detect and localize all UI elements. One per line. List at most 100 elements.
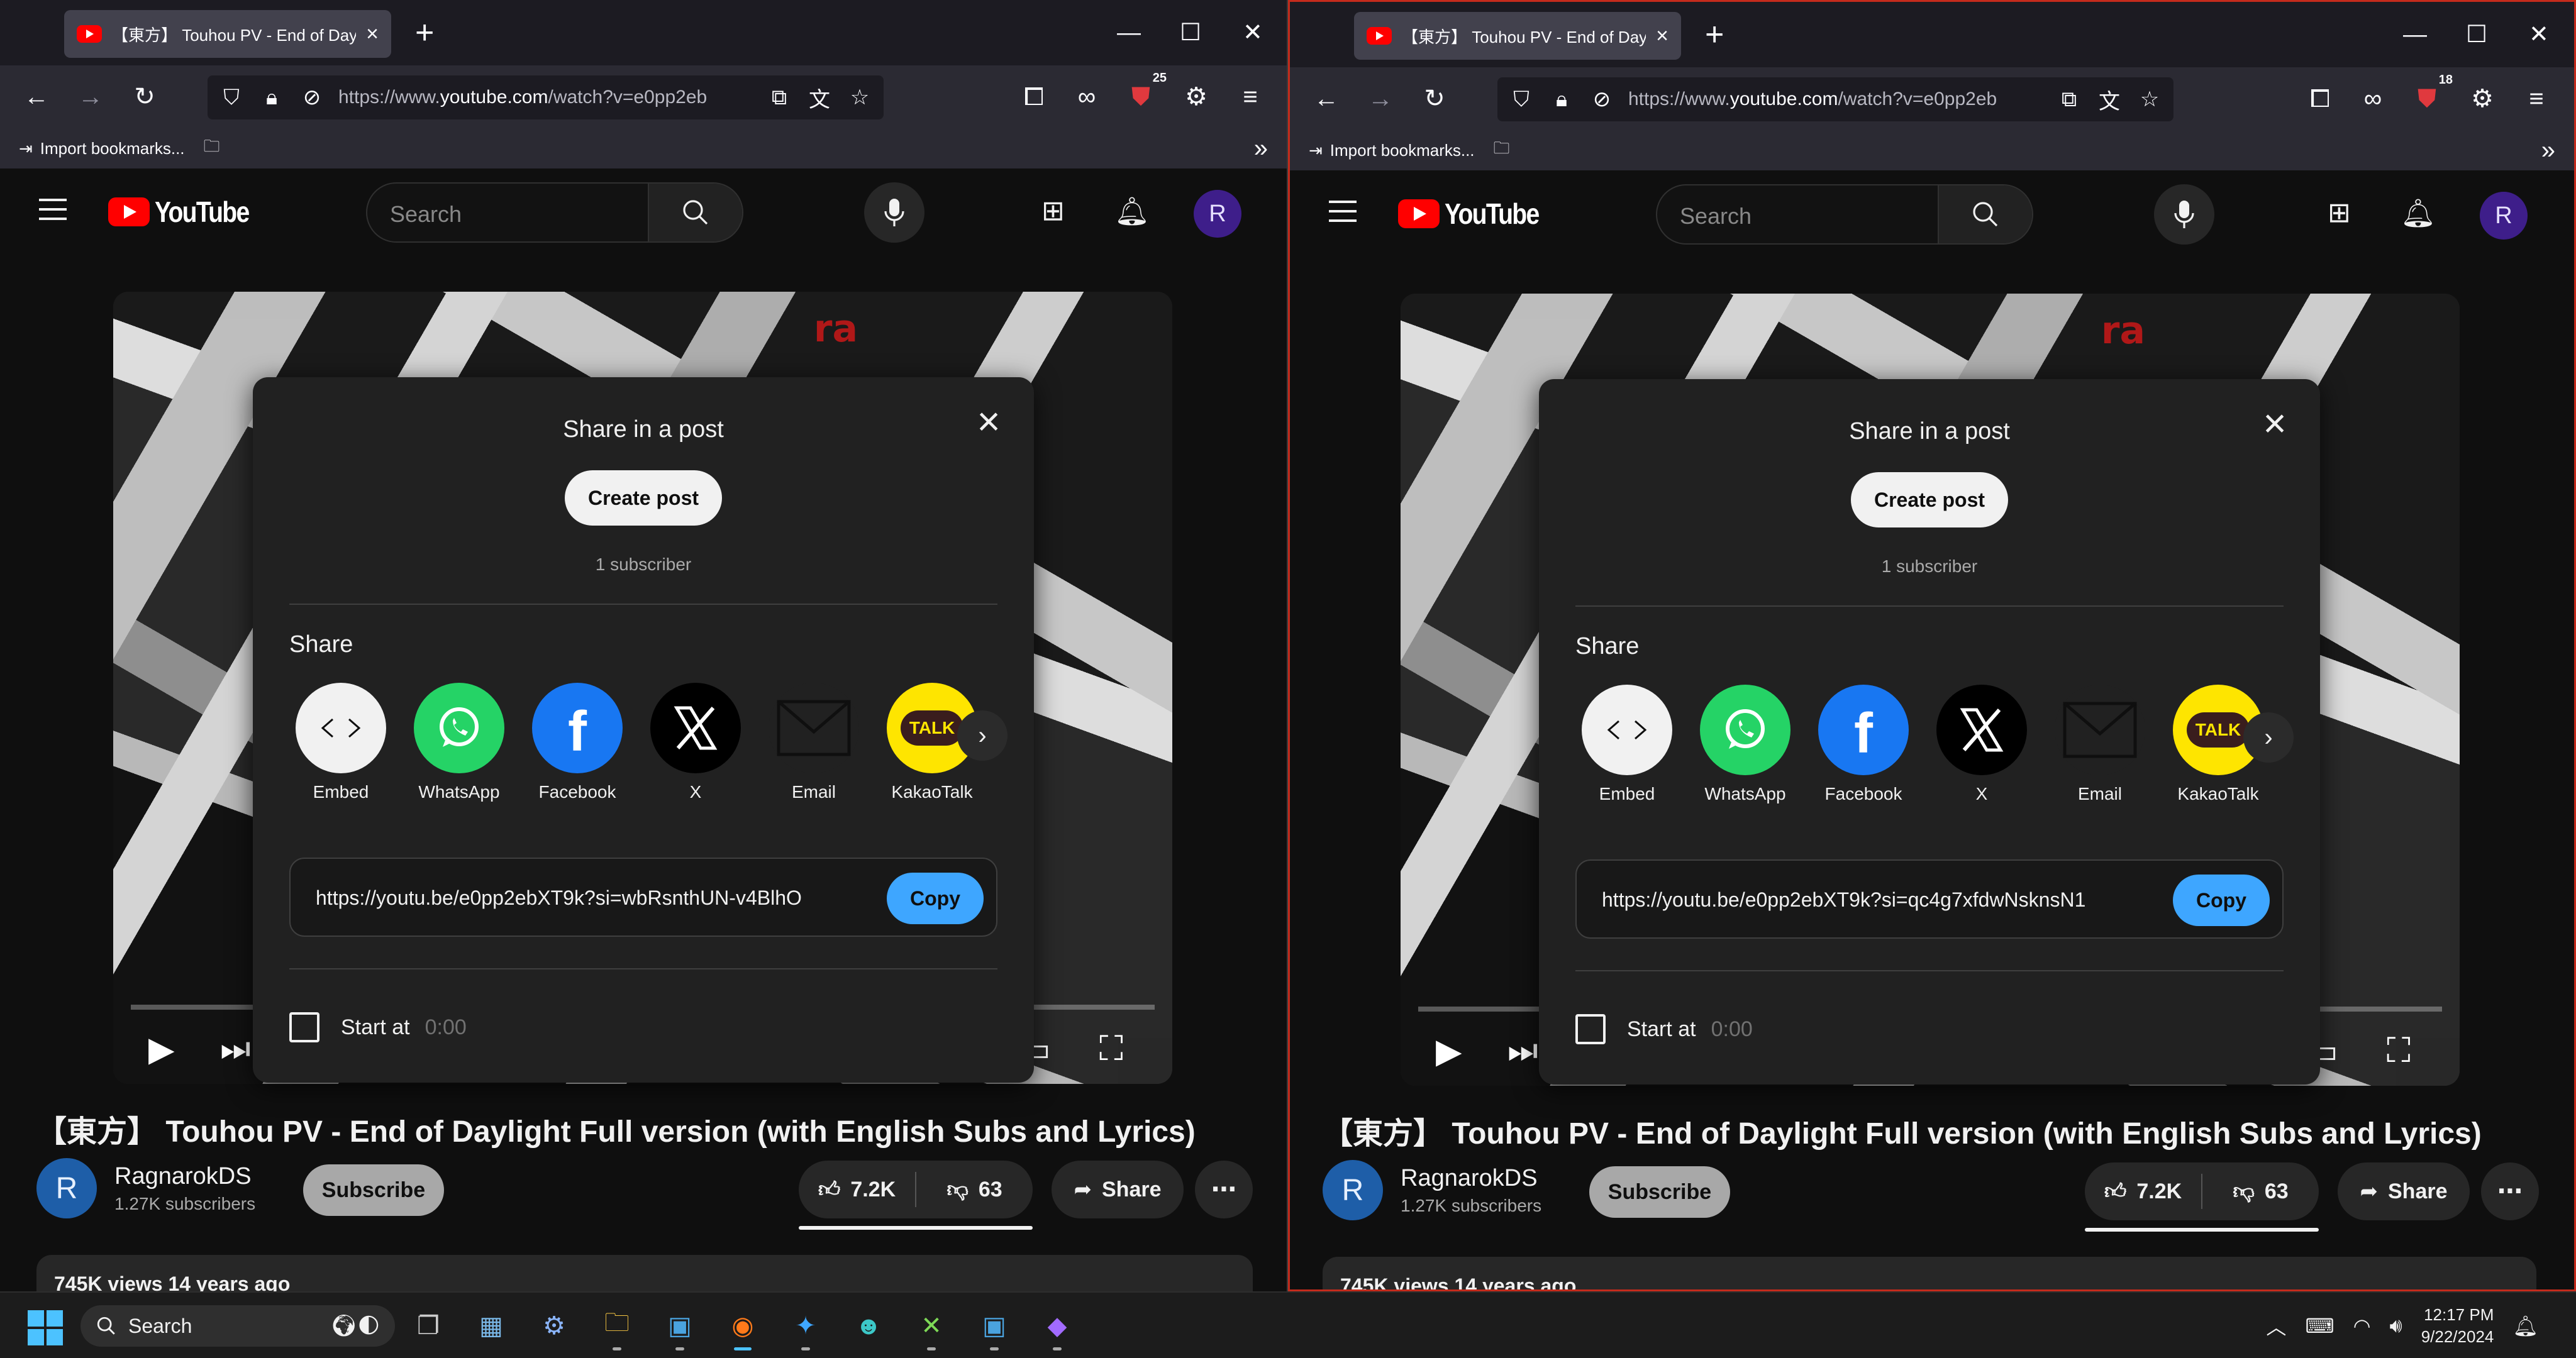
close-icon[interactable]: × <box>2257 403 2292 443</box>
search-box[interactable]: Search <box>366 182 743 243</box>
minimize-icon[interactable]: — <box>1117 14 1141 52</box>
extensions-icon[interactable]: ⧠ <box>2300 79 2340 119</box>
purple-app-icon[interactable]: ◆ <box>1038 1305 1077 1350</box>
more-actions-icon[interactable]: ⋯ <box>2481 1162 2539 1220</box>
play-icon[interactable]: ▶ <box>148 1029 175 1069</box>
browser-tab[interactable]: 【東方】 Touhou PV - End of Daylig × <box>1354 12 1681 60</box>
browser-tab[interactable]: 【東方】 Touhou PV - End of Daylig × <box>64 10 391 58</box>
import-bookmarks-link[interactable]: ⇥ Import bookmarks... <box>1309 141 1475 160</box>
avatar[interactable]: R <box>2480 192 2528 240</box>
taskbar-search[interactable]: Search 🌍︎🌓︎ <box>80 1305 395 1347</box>
settings-gear-icon[interactable]: ⚙ <box>1176 77 1216 117</box>
private-mask-icon[interactable]: ∞ <box>2353 79 2393 119</box>
search-button[interactable] <box>1938 185 2032 243</box>
url-text[interactable]: https://www.youtube.com/watch?v=e0pp2eb <box>1628 89 2043 110</box>
play-icon[interactable]: ▶ <box>1436 1031 1462 1071</box>
share-whatsapp-button[interactable]: WhatsApp <box>1700 685 1790 804</box>
notification-bell-icon[interactable]: 🔔︎ <box>2512 1314 2538 1338</box>
next-video-icon[interactable]: ⏭ <box>220 1029 251 1069</box>
like-button[interactable]: 👍︎ 7.2K <box>799 1161 915 1218</box>
ublock-icon[interactable]: ⛊ 25 <box>1121 70 1170 117</box>
xbox-like-app-icon[interactable]: ✕ <box>912 1305 951 1350</box>
share-link-text[interactable]: https://youtu.be/e0pp2ebXT9k?si=wbRsnthU… <box>316 886 802 910</box>
menu-icon[interactable]: ≡ <box>1230 77 1270 117</box>
extensions-icon[interactable]: ⧠ <box>1014 77 1054 117</box>
description-box[interactable]: 745K views 14 years ago <box>36 1255 1253 1291</box>
chevron-up-icon[interactable]: ︿ <box>2266 1311 2286 1340</box>
subscribe-button[interactable]: Subscribe <box>1589 1166 1730 1218</box>
lock-icon[interactable]: 🔒︎ <box>258 86 286 110</box>
folder-icon[interactable]: 🗀 <box>1494 136 1510 164</box>
pinned-app-icon[interactable]: ▣ <box>975 1305 1014 1350</box>
search-box[interactable]: Search <box>1656 184 2033 245</box>
create-video-icon[interactable]: ⊞ <box>2328 197 2351 229</box>
picture-in-picture-icon[interactable]: ⧉ <box>765 86 793 110</box>
like-button[interactable]: 👍︎ 7.2K <box>2085 1162 2201 1220</box>
firefox-icon[interactable]: ◉ <box>723 1305 762 1350</box>
tab-close-icon[interactable]: × <box>1656 24 1668 48</box>
keyboard-icon[interactable]: ⌨ <box>2305 1314 2334 1338</box>
share-link-text[interactable]: https://youtu.be/e0pp2ebXT9k?si=qc4g7xfd… <box>1602 888 2085 912</box>
task-view-icon[interactable]: ❐ <box>409 1305 448 1347</box>
bookmarks-overflow-icon[interactable]: » <box>1254 135 1268 163</box>
share-facebook-button[interactable]: f Facebook <box>1818 685 1909 804</box>
pinned-app-icon[interactable]: ✦ <box>786 1305 825 1350</box>
permissions-icon[interactable]: ⊘ <box>1588 87 1616 112</box>
dislike-button[interactable]: 👎︎ 63 <box>916 1161 1033 1218</box>
share-facebook-button[interactable]: f Facebook <box>532 683 623 802</box>
back-icon[interactable]: ← <box>16 77 57 117</box>
character-app-icon[interactable]: ☻ <box>849 1305 888 1347</box>
create-video-icon[interactable]: ⊞ <box>1041 195 1065 227</box>
share-button[interactable]: ➦ Share <box>2338 1162 2470 1220</box>
hamburger-menu-icon[interactable] <box>1329 201 1357 222</box>
volume-icon[interactable]: 🔊︎ <box>2390 1314 2402 1338</box>
wifi-icon[interactable]: ◠ <box>2353 1314 2371 1338</box>
channel-name[interactable]: RagnarokDS <box>1401 1165 1541 1192</box>
chevron-right-icon[interactable]: › <box>957 710 1008 761</box>
back-icon[interactable]: ← <box>1306 79 1346 119</box>
bookmarks-overflow-icon[interactable]: » <box>2541 136 2555 165</box>
youtube-logo[interactable]: YouTube <box>1398 197 1555 231</box>
new-tab-button[interactable]: + <box>415 14 434 52</box>
url-bar[interactable]: ⛉ 🔒︎ ⊘ https://www.youtube.com/watch?v=e… <box>208 75 884 119</box>
settings-app-icon[interactable]: ⚙ <box>535 1305 574 1347</box>
import-bookmarks-link[interactable]: ⇥ Import bookmarks... <box>19 139 185 158</box>
share-email-button[interactable]: Email <box>2055 685 2145 804</box>
voice-search-button[interactable] <box>2154 184 2214 245</box>
private-mask-icon[interactable]: ∞ <box>1067 77 1107 117</box>
share-whatsapp-button[interactable]: WhatsApp <box>414 683 504 802</box>
copy-button[interactable]: Copy <box>887 873 984 924</box>
shield-icon[interactable]: ⛉ <box>218 86 245 110</box>
start-at-time-input[interactable]: 0:00 <box>1711 1017 1753 1042</box>
pinned-app-icon[interactable]: ▣ <box>660 1305 699 1350</box>
create-post-button[interactable]: Create post <box>565 470 722 526</box>
menu-icon[interactable]: ≡ <box>2516 79 2557 119</box>
more-actions-icon[interactable]: ⋯ <box>1195 1161 1253 1218</box>
ublock-icon[interactable]: ⛊ 18 <box>2407 72 2456 119</box>
translate-icon[interactable]: 文 <box>806 82 833 113</box>
share-embed-button[interactable]: Embed <box>296 683 386 802</box>
file-explorer-icon[interactable]: 🗀 <box>597 1305 636 1350</box>
shield-icon[interactable]: ⛉ <box>1507 87 1535 112</box>
start-at-time-input[interactable]: 0:00 <box>425 1015 467 1040</box>
windows-start-icon[interactable] <box>28 1310 63 1345</box>
share-embed-button[interactable]: Embed <box>1582 685 1672 804</box>
forward-icon[interactable]: → <box>1360 79 1401 119</box>
share-email-button[interactable]: Email <box>769 683 859 802</box>
bookmark-star-icon[interactable]: ☆ <box>2136 87 2163 112</box>
photos-app-icon[interactable]: ▦ <box>472 1305 511 1347</box>
fullscreen-icon[interactable]: ⛶ <box>2387 1031 2411 1071</box>
minimize-icon[interactable]: — <box>2403 16 2427 53</box>
channel-avatar[interactable]: R <box>1323 1160 1383 1220</box>
create-post-button[interactable]: Create post <box>1851 472 2008 527</box>
tab-close-icon[interactable]: × <box>366 22 379 47</box>
permissions-icon[interactable]: ⊘ <box>298 85 326 110</box>
url-bar[interactable]: ⛉ 🔒︎ ⊘ https://www.youtube.com/watch?v=e… <box>1497 77 2174 121</box>
picture-in-picture-icon[interactable]: ⧉ <box>2055 87 2083 112</box>
settings-gear-icon[interactable]: ⚙ <box>2462 79 2502 119</box>
new-tab-button[interactable]: + <box>1705 16 1724 53</box>
next-video-icon[interactable]: ⏭ <box>1507 1031 1538 1071</box>
forward-icon[interactable]: → <box>70 77 111 117</box>
start-at-checkbox[interactable] <box>1575 1014 1606 1044</box>
url-text[interactable]: https://www.youtube.com/watch?v=e0pp2eb <box>338 87 753 108</box>
